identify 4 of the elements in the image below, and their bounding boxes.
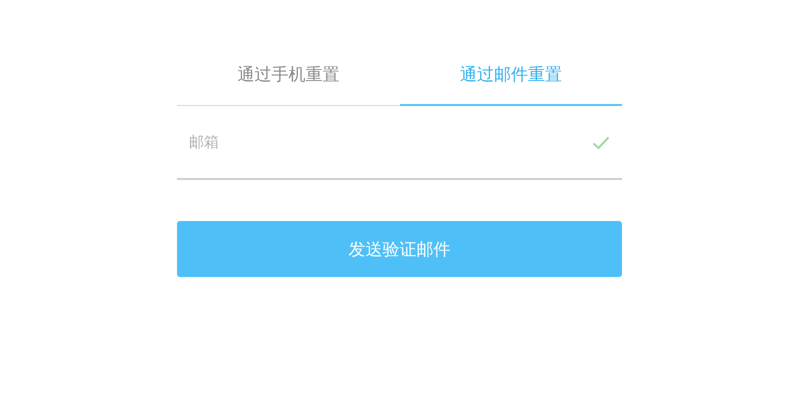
tab[interactable]: 通过手机重置 bbox=[177, 50, 400, 106]
tab[interactable]: 通过邮件重置 bbox=[400, 50, 622, 106]
send-email-button[interactable]: 发送验证邮件 bbox=[177, 221, 622, 277]
email-field[interactable]: 邮箱 bbox=[177, 106, 622, 180]
